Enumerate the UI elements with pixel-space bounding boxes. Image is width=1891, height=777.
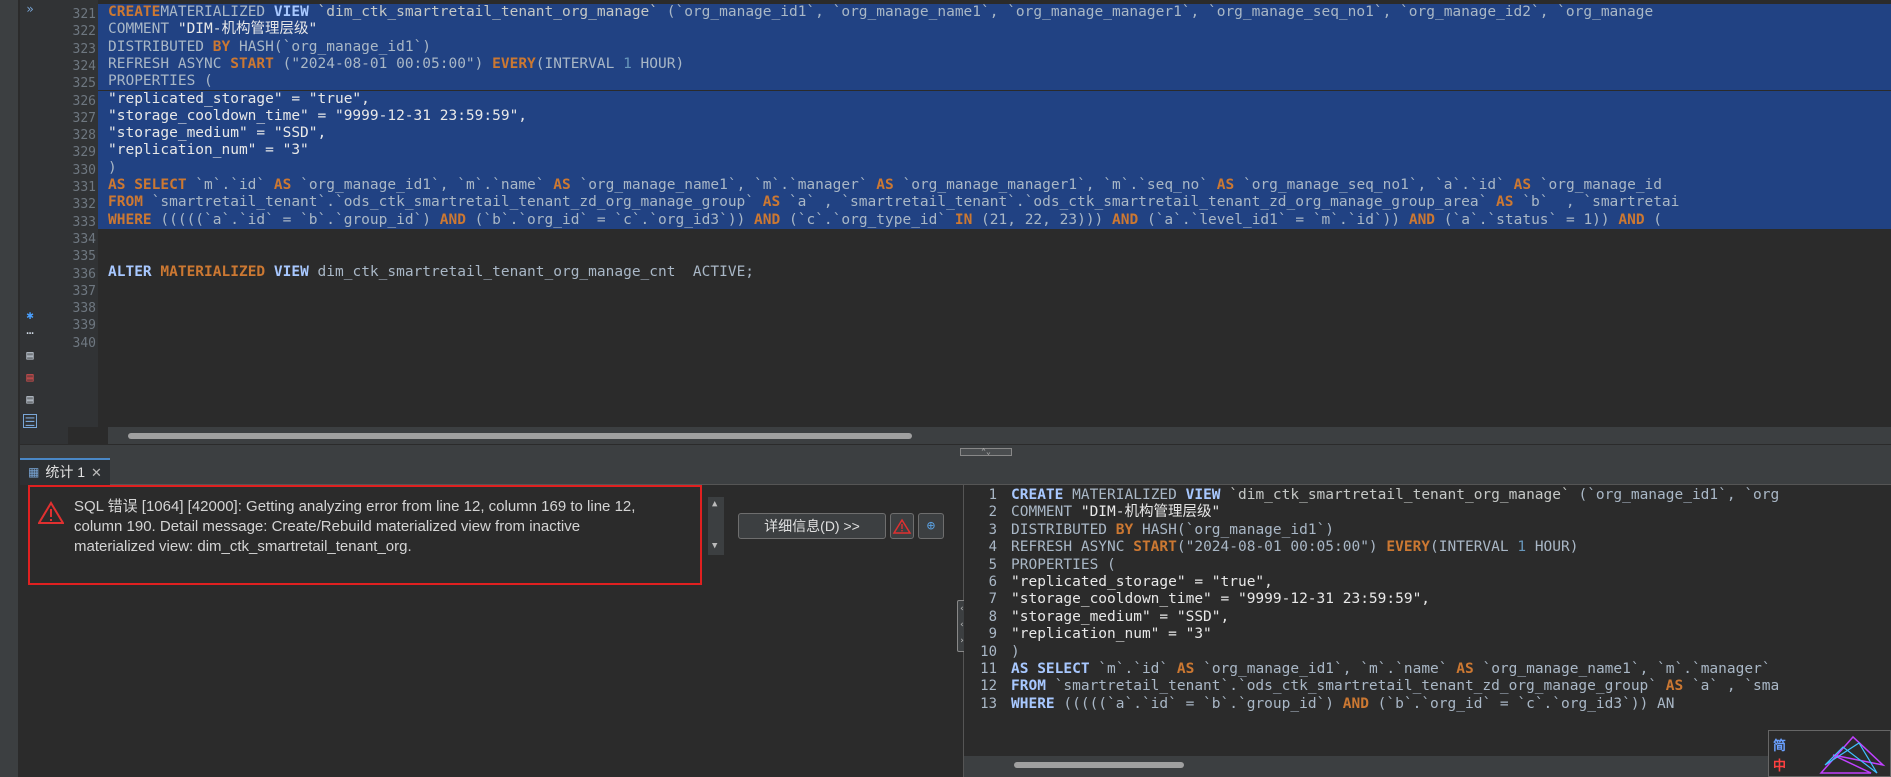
file-icon[interactable]: ▤ xyxy=(23,348,37,362)
preview-code-line[interactable]: COMMENT "DIM-机构管理层级" xyxy=(1011,504,1220,521)
split-handle[interactable]: ⌃⌄ xyxy=(960,448,1012,456)
preview-scroll-thumb[interactable] xyxy=(1014,762,1184,768)
editor-side-toolbar: » ✱ ⋯ ▤ ▤ ▤ ☰ xyxy=(20,0,68,458)
code-icon[interactable]: » xyxy=(23,2,37,16)
preview-code-line[interactable]: "replicated_storage" = "true", xyxy=(1011,574,1273,591)
tab-label: 统计 1 xyxy=(45,464,86,480)
error-text: SQL 错误 [1064] [42000]: Getting analyzing… xyxy=(74,497,694,557)
code-line[interactable]: "storage_cooldown_time" = "9999-12-31 23… xyxy=(98,107,1891,126)
error-message-box: SQL 错误 [1064] [42000]: Getting analyzing… xyxy=(28,485,702,585)
code-line[interactable]: AS SELECT `m`.`id` AS `org_manage_id1`, … xyxy=(98,177,1891,195)
code-line[interactable]: CREATEMATERIALIZED VIEW `dim_ctk_smartre… xyxy=(98,4,1891,22)
preview-line-number: 8 xyxy=(988,608,997,625)
line-number: 340 xyxy=(72,335,96,351)
preview-code-line[interactable]: "storage_cooldown_time" = "9999-12-31 23… xyxy=(1011,591,1430,608)
outline-icon[interactable]: ☰ xyxy=(23,414,37,429)
preview-line-number: 9 xyxy=(988,626,997,643)
code-line[interactable]: DISTRIBUTED BY HASH(`org_manage_id1`) xyxy=(98,38,1891,56)
preview-code-line[interactable]: DISTRIBUTED BY HASH(`org_manage_id1`) xyxy=(1011,522,1334,539)
preview-line-number: 5 xyxy=(988,556,997,573)
preview-code-line[interactable]: AS SELECT `m`.`id` AS `org_manage_id1`, … xyxy=(1011,661,1771,678)
preview-line-number: 3 xyxy=(988,521,997,538)
preview-horizontal-scrollbar[interactable] xyxy=(964,756,1891,777)
preview-code-line[interactable]: PROPERTIES ( xyxy=(1011,557,1116,574)
error-panel: SQL 错误 [1064] [42000]: Getting analyzing… xyxy=(20,485,963,777)
preview-line-number: 13 xyxy=(980,695,997,712)
ime-indicator[interactable]: 简 中 xyxy=(1768,730,1891,777)
preview-code-line[interactable]: CREATE MATERIALIZED VIEW `dim_ctk_smartr… xyxy=(1011,487,1779,504)
preview-code-line[interactable]: "storage_medium" = "SSD", xyxy=(1011,609,1229,626)
warning-small-icon xyxy=(892,518,912,534)
grid-icon: ▦ xyxy=(28,465,40,479)
preview-line-number: 12 xyxy=(980,678,997,695)
error-line-2: column 190. Detail message: Create/Rebui… xyxy=(74,518,581,535)
code-line[interactable]: "replicated_storage" = "true", xyxy=(98,90,1891,108)
preview-code-line[interactable]: REFRESH ASYNC START("2024-08-01 00:05:00… xyxy=(1011,539,1578,556)
editor-horizontal-scrollbar[interactable] xyxy=(108,427,1891,444)
code-line[interactable]: "storage_medium" = "SSD", xyxy=(98,125,1891,143)
left-edge-strip xyxy=(0,0,19,777)
code-line[interactable] xyxy=(98,298,108,315)
file-sql-icon[interactable]: ▤ xyxy=(23,392,37,406)
preview-line-number: 6 xyxy=(988,574,997,590)
tab-statistics[interactable]: ▦ 统计 1 ✕ xyxy=(20,458,110,485)
preview-line-number: 4 xyxy=(988,539,997,556)
target-button[interactable]: ⊕ xyxy=(918,513,944,539)
preview-code-line[interactable]: WHERE (((((`a`.`id` = `b`.`group_id`) AN… xyxy=(1011,696,1675,713)
preview-code-line[interactable]: ) xyxy=(1011,644,1020,661)
preview-line-number: 7 xyxy=(988,591,997,608)
line-number-gutter: 321 322 323 324 325 326 327 328 329 330 331 332 333 3… xyxy=(68,0,98,427)
warning-icon xyxy=(38,501,64,524)
code-line[interactable]: REFRESH ASYNC START ("2024-08-01 00:05:0… xyxy=(98,55,1891,74)
details-button[interactable]: 详细信息(D) >> xyxy=(738,513,886,539)
scroll-thumb[interactable] xyxy=(128,433,912,439)
code-line[interactable]: ) xyxy=(98,159,1891,177)
code-line[interactable]: PROPERTIES ( xyxy=(98,73,1891,91)
ime-mode-top: 简 xyxy=(1773,739,1787,754)
result-tab-bar: ▦ 统计 1 ✕ xyxy=(20,458,1891,485)
error-scrollbar[interactable]: ▲ ▼ xyxy=(708,497,724,555)
settings-icon[interactable]: ✱ xyxy=(23,308,37,322)
code-line[interactable] xyxy=(98,246,108,263)
split-bar[interactable]: ⌃⌄ xyxy=(20,444,1891,458)
file-error-icon[interactable]: ▤ xyxy=(23,370,37,384)
ime-mode-bottom: 中 xyxy=(1773,759,1787,774)
more-icon[interactable]: ⋯ xyxy=(23,326,37,340)
code-line[interactable]: WHERE (((((`a`.`id` = `b`.`group_id`) AN… xyxy=(98,211,1891,229)
code-line[interactable] xyxy=(98,281,108,298)
code-line[interactable] xyxy=(98,229,108,246)
preview-line-number: 1 xyxy=(988,487,997,503)
scroll-down-icon[interactable]: ▼ xyxy=(712,541,717,551)
preview-line-number: 11 xyxy=(980,661,997,677)
code-line[interactable]: COMMENT "DIM-机构管理层级" xyxy=(98,21,1891,39)
code-line[interactable] xyxy=(98,315,108,332)
preview-code-line[interactable]: "replication_num" = "3" xyxy=(1011,626,1212,643)
error-line-1: SQL 错误 [1064] [42000]: Getting analyzing… xyxy=(74,498,636,515)
code-line[interactable]: FROM `smartretail_tenant`.`ods_ctk_smart… xyxy=(98,194,1891,212)
target-icon: ⊕ xyxy=(926,518,936,534)
warning-button[interactable] xyxy=(890,513,914,539)
code-line[interactable]: ALTER MATERIALIZED VIEW dim_ctk_smartret… xyxy=(98,264,754,281)
preview-code-line[interactable]: FROM `smartretail_tenant`.`ods_ctk_smart… xyxy=(1011,678,1779,695)
code-line[interactable]: "replication_num" = "3" xyxy=(98,142,1891,160)
preview-line-number: 10 xyxy=(980,643,997,660)
sql-editor[interactable]: CREATEMATERIALIZED VIEW `dim_ctk_smartre… xyxy=(98,0,1891,427)
sql-preview-pane[interactable]: WHERE (((((`a`.`id` = `b`.`group_id`) AN… xyxy=(964,485,1891,777)
scroll-up-icon[interactable]: ▲ xyxy=(712,499,717,509)
code-line[interactable] xyxy=(98,333,108,350)
preview-line-number: 2 xyxy=(988,504,997,521)
close-icon[interactable]: ✕ xyxy=(91,460,102,485)
error-line-3: materialized view: dim_ctk_smartretail_t… xyxy=(74,538,412,555)
app-window: » ✱ ⋯ ▤ ▤ ▤ ☰ 321 322 323 324 325 326 327 328 32… xyxy=(0,0,1891,777)
ime-logo-icon xyxy=(1819,735,1886,774)
